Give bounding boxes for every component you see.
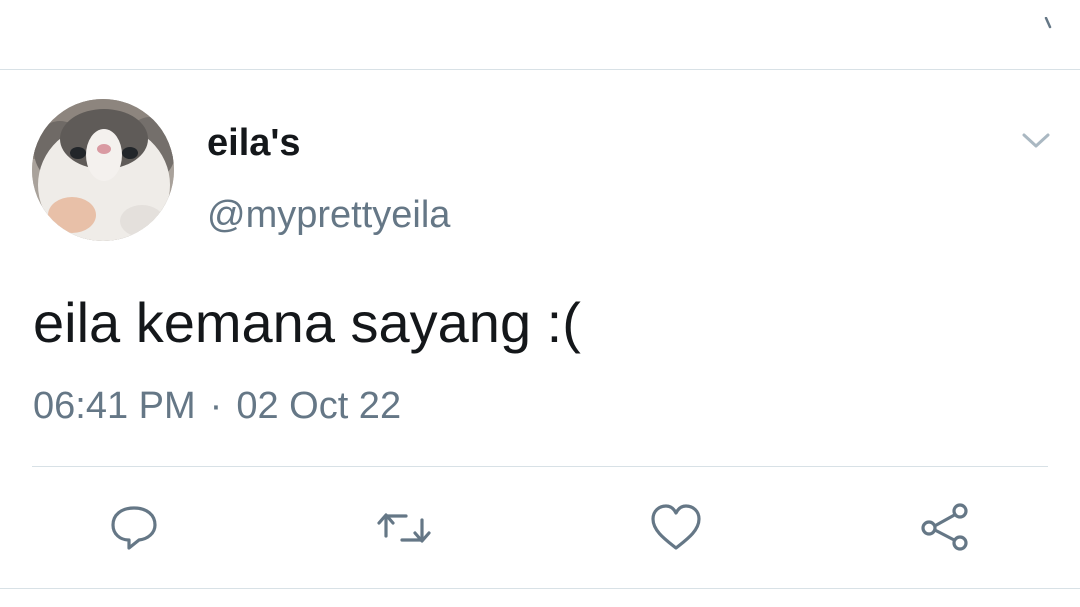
like-button[interactable] (648, 500, 704, 556)
share-icon (921, 503, 968, 551)
chevron-down-icon[interactable] (1018, 126, 1054, 154)
reply-button[interactable] (106, 500, 162, 556)
retweet-button[interactable] (376, 500, 432, 556)
tweet-meta: 06:41 PM · 02 Oct 22 (33, 385, 401, 428)
display-name[interactable]: eila's (207, 122, 301, 165)
divider (32, 466, 1048, 467)
tweet-date: 02 Oct 22 (236, 385, 402, 427)
tick-icon (1044, 17, 1052, 29)
retweet-icon (377, 513, 431, 543)
bottom-divider (0, 588, 1080, 589)
avatar[interactable] (32, 99, 174, 241)
tweet-time: 06:41 PM (33, 385, 196, 427)
tweet-text: eila kemana sayang :( (33, 291, 581, 354)
avatar-image (32, 99, 174, 241)
top-bar (0, 0, 1080, 70)
share-button[interactable] (918, 500, 974, 556)
user-handle[interactable]: @myprettyeila (207, 194, 450, 237)
meta-separator: · (209, 385, 223, 427)
reply-icon (111, 506, 157, 550)
heart-icon (651, 504, 701, 550)
